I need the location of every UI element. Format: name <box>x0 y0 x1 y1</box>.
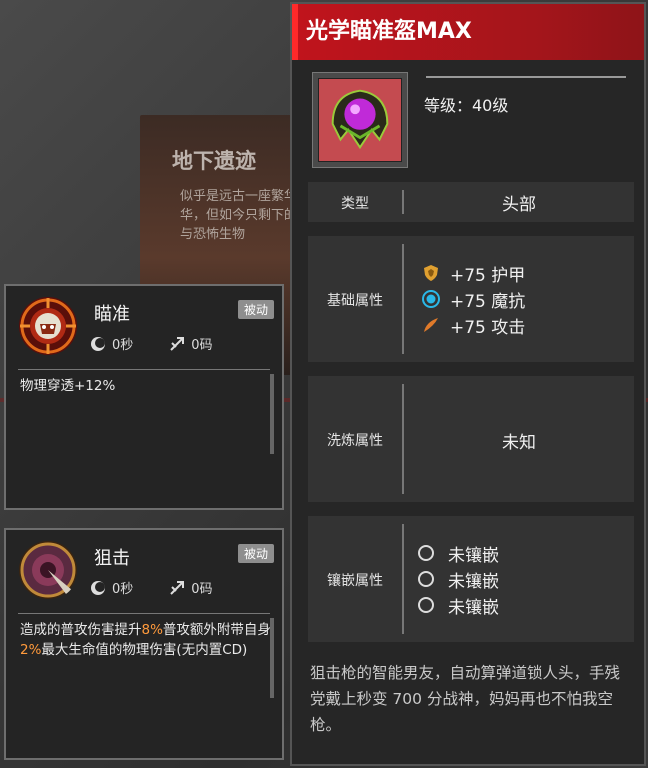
item-icon-frame <box>312 72 408 168</box>
range-value: 0码 <box>191 582 213 597</box>
stat-armor: +75 护甲 <box>422 260 525 286</box>
socket-attributes-label: 镶嵌属性 <box>327 573 383 589</box>
socket-attributes-row: 镶嵌属性 未镶嵌 未镶嵌 未镶嵌 <box>308 516 634 642</box>
cooldown-icon <box>91 580 105 595</box>
refine-value: 未知 <box>502 433 536 453</box>
range-icon <box>170 336 185 351</box>
item-tooltip: 光学瞄准盔MAX 等级：40级 类型 头部 基础属性 +75 护甲 +75 魔抗… <box>290 2 646 766</box>
skill-separator <box>18 613 270 614</box>
skill-name: 狙击 <box>94 548 130 569</box>
skill-card-snipe[interactable]: 狙击 被动 0秒 0码 造成的普攻伤害提升8%普攻额外附带自身2%最大生命值的物… <box>4 528 284 760</box>
skill-meta: 0秒 0码 <box>90 334 213 353</box>
passive-badge: 被动 <box>237 300 274 319</box>
base-attributes-row: 基础属性 +75 护甲 +75 魔抗 +75 攻击 <box>308 236 634 362</box>
cooldown-value: 0秒 <box>112 338 134 353</box>
socket-slot: 未镶嵌 <box>418 566 499 592</box>
skill-name: 瞄准 <box>94 304 130 325</box>
socket-slot: 未镶嵌 <box>418 540 499 566</box>
attack-icon <box>424 318 438 332</box>
snipe-skill-icon <box>19 541 77 599</box>
base-attributes-label: 基础属性 <box>327 293 383 309</box>
type-label: 类型 <box>341 196 369 212</box>
item-level: 等级：40级 <box>424 96 509 115</box>
empty-socket-icon <box>418 545 434 561</box>
armor-shield-icon <box>424 265 438 281</box>
socket-slot: 未镶嵌 <box>418 592 499 618</box>
magic-resist-icon <box>422 290 440 308</box>
type-value: 头部 <box>502 195 536 215</box>
item-title: 光学瞄准盔MAX <box>292 4 644 60</box>
type-row: 类型 头部 <box>308 182 634 222</box>
stat-attack: +75 攻击 <box>422 312 525 338</box>
helmet-icon <box>331 89 389 150</box>
header-divider <box>426 76 626 78</box>
stat-magic-resist: +75 魔抗 <box>422 286 525 312</box>
refine-attributes-row: 洗炼属性 未知 <box>308 376 634 502</box>
cooldown-icon <box>91 336 105 351</box>
refine-attributes-label: 洗炼属性 <box>327 433 383 449</box>
scrollbar[interactable] <box>270 374 274 454</box>
skill-card-aim[interactable]: 瞄准 被动 0秒 0码 物理穿透+12% <box>4 284 284 510</box>
passive-badge: 被动 <box>237 544 274 563</box>
skill-description: 物理穿透+12% <box>20 378 116 394</box>
item-description: 狙击枪的智能男友，自动算弹道锁人头，手残党戴上秒变 700 分战神，妈妈再也不怕… <box>310 664 621 734</box>
range-icon <box>170 580 185 595</box>
cooldown-value: 0秒 <box>112 582 134 597</box>
empty-socket-icon <box>418 597 434 613</box>
skill-description: 造成的普攻伤害提升8%普攻额外附带自身2%最大生命值的物理伤害(无内置CD) <box>20 622 271 658</box>
skill-meta: 0秒 0码 <box>90 578 213 597</box>
aim-skill-icon <box>19 297 77 355</box>
scrollbar[interactable] <box>270 618 274 698</box>
skill-separator <box>18 369 270 370</box>
range-value: 0码 <box>191 338 213 353</box>
empty-socket-icon <box>418 571 434 587</box>
background-card-title: 地下遗迹 <box>172 149 256 173</box>
